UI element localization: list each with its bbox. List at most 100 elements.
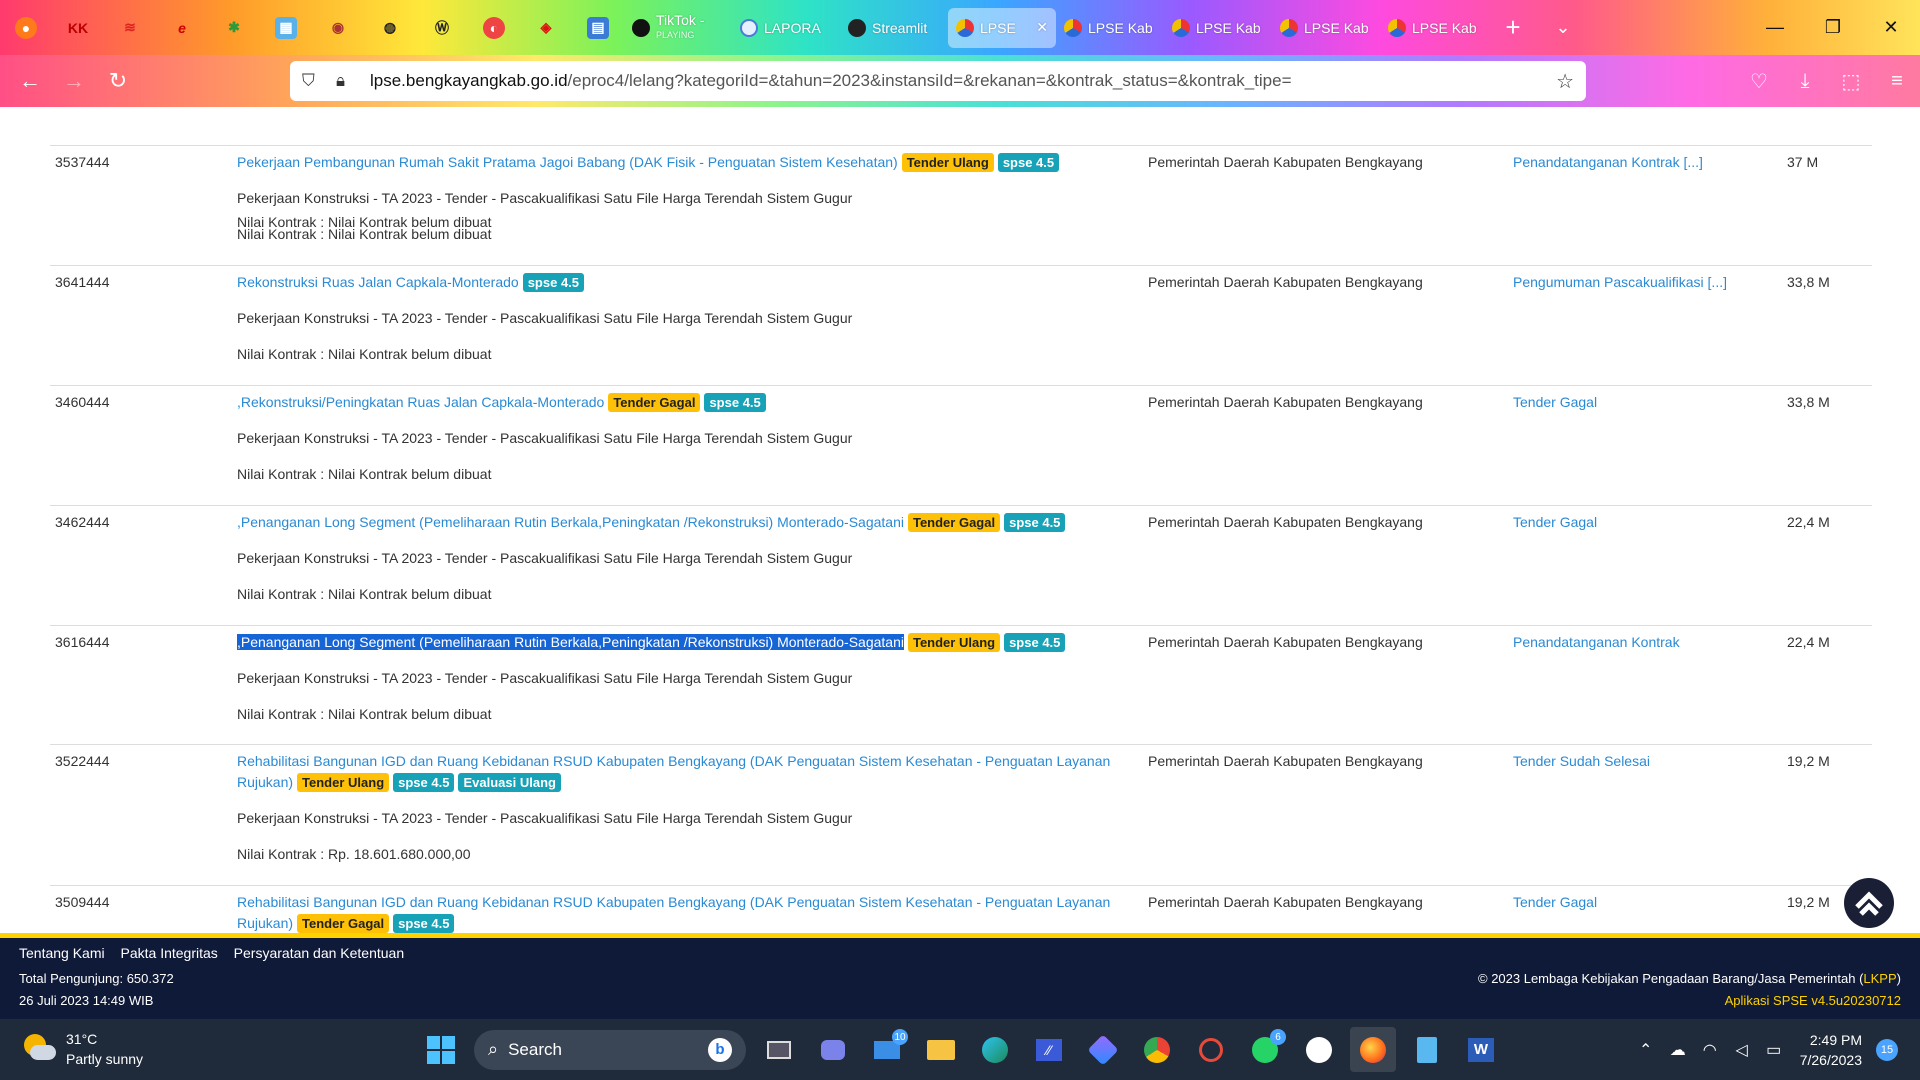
teams-chat-icon[interactable] [810, 1027, 856, 1072]
tab-lpse-kab-1[interactable]: LPSE Kab [1056, 8, 1164, 48]
stage-link[interactable]: Tender Gagal [1513, 514, 1597, 530]
scroll-to-top-button[interactable] [1844, 878, 1894, 928]
table-row: 3522444 Rehabilitasi Bangunan IGD dan Ru… [50, 744, 1872, 885]
lkpp-link[interactable]: LKPP [1863, 971, 1896, 986]
vs-code-like-icon[interactable]: ⁄⁄ [1026, 1027, 1072, 1072]
contract-value: Nilai Kontrak : Nilai Kontrak belum dibu… [237, 346, 492, 362]
pinned-tab-diamond-icon[interactable]: ◈ [520, 0, 572, 55]
restore-icon[interactable]: ❐ [1804, 0, 1862, 55]
bookmark-star-icon[interactable]: ☆ [1556, 69, 1574, 94]
close-window-icon[interactable]: ✕ [1862, 0, 1920, 55]
cloud-icon[interactable]: ☁ [1662, 1040, 1694, 1060]
media-player-icon[interactable] [1080, 1027, 1126, 1072]
chevron-up-icon[interactable]: ⌃ [1630, 1040, 1662, 1060]
list-all-tabs-chevron-icon[interactable]: ⌄ [1538, 0, 1588, 55]
taskbar-search[interactable]: ⌕ Search b [474, 1029, 746, 1070]
tab-label: LPSE Kab [1304, 19, 1369, 36]
chrome-icon[interactable] [1134, 1027, 1180, 1072]
footer-date: 26 Juli 2023 14:49 WIB [19, 993, 154, 1008]
extensions-icon[interactable]: ⬚ [1828, 69, 1874, 94]
tender-name-link[interactable]: ,Rekonstruksi/Peningkatan Ruas Jalan Cap… [237, 394, 604, 410]
tender-name-link[interactable]: Pekerjaan Pembangunan Rumah Sakit Pratam… [237, 154, 898, 170]
reload-icon[interactable]: ↻ [96, 61, 140, 101]
github-icon [848, 18, 866, 37]
status-badge: Tender Gagal [297, 914, 390, 933]
volume-muted-icon[interactable]: ◁ [1726, 1040, 1758, 1060]
tab-streamlit[interactable]: Streamlit [840, 8, 948, 48]
pinned-tab-e-icon[interactable]: e [156, 0, 208, 55]
mail-icon[interactable]: 10 [864, 1027, 910, 1072]
tender-description: Pekerjaan Konstruksi - TA 2023 - Tender … [237, 430, 853, 446]
pinned-tab-wifi-icon[interactable]: ≋ [104, 0, 156, 55]
edge-icon[interactable] [972, 1027, 1018, 1072]
browser-tab-strip: ● KK ≋ e ✱ ▦ ◉ ◍ Ⓦ ◐ ◈ ▤ TikTok - PLAYIN… [0, 0, 1920, 55]
messenger-icon[interactable] [1296, 1027, 1342, 1072]
weather-widget[interactable]: 31°C Partly sunny [22, 1029, 143, 1069]
footer-link-terms[interactable]: Persyaratan dan Ketentuan [234, 945, 404, 961]
lock-icon[interactable]: 🔒︎ [336, 71, 360, 91]
notification-badge[interactable]: 15 [1876, 1038, 1898, 1061]
pinned-tab-chrome-icon[interactable]: ◐ [468, 0, 520, 55]
contract-value: Nilai Kontrak : Nilai Kontrak belum dibu… [237, 706, 492, 722]
file-explorer-icon[interactable] [918, 1027, 964, 1072]
tender-name-link[interactable]: ,Penanganan Long Segment (Pemeliharaan R… [237, 514, 904, 530]
shield-icon[interactable]: ⛉ [302, 71, 326, 91]
pocket-icon[interactable]: ♡ [1736, 69, 1782, 94]
pinned-tab-map-icon[interactable]: ▦ [260, 0, 312, 55]
taskbar-apps: ⌕ Search b 10 ⁄⁄ 6 W [414, 1027, 1508, 1072]
tab-lpse-kab-4[interactable]: LPSE Kab [1380, 8, 1488, 48]
word-icon[interactable]: W [1458, 1027, 1504, 1072]
windows-start-icon[interactable] [418, 1027, 464, 1072]
tender-description: Pekerjaan Konstruksi - TA 2023 - Tender … [237, 310, 853, 326]
contract-value: Nilai Kontrak : Nilai Kontrak belum dibu… [237, 226, 492, 242]
tab-lpse-kab-2[interactable]: LPSE Kab [1164, 8, 1272, 48]
app-red-icon[interactable] [1188, 1027, 1234, 1072]
stage-link[interactable]: Tender Sudah Selesai [1513, 753, 1650, 769]
battery-icon[interactable]: ▭ [1758, 1040, 1790, 1060]
wifi-icon[interactable]: ◠ [1694, 1040, 1726, 1060]
stage-link[interactable]: Penandatanganan Kontrak [...] [1513, 154, 1703, 170]
notepad-icon[interactable] [1404, 1027, 1450, 1072]
minimize-icon[interactable]: — [1746, 0, 1804, 55]
downloads-icon[interactable]: ⤓ [1782, 70, 1828, 93]
tender-id: 3641444 [55, 274, 110, 290]
pinned-tab-wordpress-icon[interactable]: Ⓦ [416, 0, 468, 55]
back-arrow-icon[interactable]: ← [8, 61, 52, 101]
stage-link[interactable]: Penandatanganan Kontrak [1513, 634, 1680, 650]
firefox-menu-icon[interactable]: ● [0, 0, 52, 55]
status-badge: Tender Gagal [608, 393, 701, 412]
tab-laporan[interactable]: LAPORA [732, 8, 840, 48]
forward-arrow-icon[interactable]: → [52, 61, 96, 101]
tab-lpse-kab-3[interactable]: LPSE Kab [1272, 8, 1380, 48]
contract-value: Nilai Kontrak : Nilai Kontrak belum dibu… [237, 586, 492, 602]
new-tab-plus-icon[interactable]: + [1488, 0, 1538, 55]
tab-label: TikTok - [656, 11, 705, 28]
tender-name-cell: Pekerjaan Pembangunan Rumah Sakit Pratam… [237, 152, 1137, 173]
pinned-tab-emblem-icon[interactable]: ◉ [312, 0, 364, 55]
pinned-tab-globe-icon[interactable]: ◍ [364, 0, 416, 55]
footer-link-integrity[interactable]: Pakta Integritas [121, 945, 218, 961]
footer-link-about[interactable]: Tentang Kami [19, 945, 105, 961]
task-view-icon[interactable] [756, 1027, 802, 1072]
weather-condition: Partly sunny [66, 1051, 144, 1067]
tab-lpse-active[interactable]: LPSE ✕ [948, 7, 1056, 48]
pinned-tab-screen-icon[interactable]: ▤ [572, 0, 624, 55]
toolbar-right: ♡ ⤓ ⬚ ≡ [1736, 55, 1920, 107]
menu-hamburger-icon[interactable]: ≡ [1874, 70, 1920, 93]
close-tab-icon[interactable]: ✕ [1036, 19, 1048, 36]
stage-link[interactable]: Pengumuman Pascakualifikasi [...] [1513, 274, 1727, 290]
tender-name-link[interactable]: Rekonstruksi Ruas Jalan Capkala-Monterad… [237, 274, 519, 290]
whatsapp-icon[interactable]: 6 [1242, 1027, 1288, 1072]
tab-tiktok[interactable]: TikTok - PLAYING [624, 8, 732, 48]
firefox-taskbar-icon[interactable] [1350, 1027, 1396, 1072]
lpse-icon [1172, 18, 1190, 37]
stage-link[interactable]: Tender Gagal [1513, 394, 1597, 410]
url-bar[interactable]: ⛉ 🔒︎ lpse.bengkayangkab.go.id/eproc4/lel… [290, 61, 1586, 101]
stage-link[interactable]: Tender Gagal [1513, 894, 1597, 910]
tender-name-link-selected[interactable]: ,Penanganan Long Segment (Pemeliharaan R… [237, 634, 904, 650]
pinned-tab-leaf-icon[interactable]: ✱ [208, 0, 260, 55]
clock[interactable]: 2:49 PM 7/26/2023 [1800, 1030, 1862, 1070]
tiktok-icon [632, 18, 650, 37]
pinned-tab-kk-icon[interactable]: KK [52, 0, 104, 55]
tab-label: LPSE [980, 19, 1016, 36]
